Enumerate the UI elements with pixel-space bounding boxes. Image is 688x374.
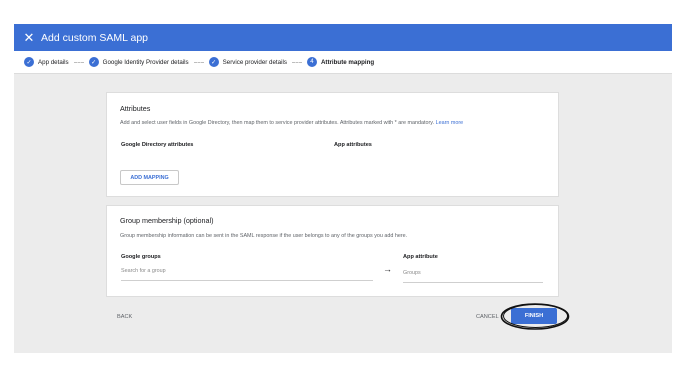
group-search-input[interactable]: Search for a group xyxy=(121,268,373,281)
dialog-header: ✕ Add custom SAML app xyxy=(14,24,672,51)
attributes-card: Attributes Add and select user fields in… xyxy=(106,92,559,197)
check-icon: ✓ xyxy=(88,57,99,67)
check-icon: ✓ xyxy=(208,57,219,67)
cancel-button[interactable]: CANCEL xyxy=(476,314,499,320)
finish-button[interactable]: FINISH xyxy=(511,308,557,324)
col-google-groups: Google groups xyxy=(121,254,161,260)
step-label: Google Identity Provider details xyxy=(102,58,189,66)
step-separator xyxy=(73,61,84,63)
step-sp-details[interactable]: ✓ Service provider details xyxy=(208,57,287,67)
step-label: App details xyxy=(38,58,69,66)
step-label: Attribute mapping xyxy=(320,58,375,66)
col-directory-attributes: Google Directory attributes xyxy=(121,142,194,148)
attributes-description: Add and select user fields in Google Dir… xyxy=(120,120,463,126)
step-attribute-mapping[interactable]: 4 Attribute mapping xyxy=(306,57,375,67)
close-icon[interactable]: ✕ xyxy=(21,31,37,44)
group-membership-title: Group membership (optional) xyxy=(120,216,214,225)
check-icon: ✓ xyxy=(24,57,34,67)
back-button[interactable]: BACK xyxy=(117,314,132,320)
arrow-right-icon: → xyxy=(383,264,392,274)
group-membership-card: Group membership (optional) Group member… xyxy=(106,205,559,297)
dialog-window: ✕ Add custom SAML app ✓ App details ✓ Go… xyxy=(14,24,672,353)
step-separator xyxy=(193,61,204,63)
attributes-title: Attributes xyxy=(120,104,151,113)
step-app-details[interactable]: ✓ App details xyxy=(24,57,69,67)
add-mapping-button[interactable]: ADD MAPPING xyxy=(120,170,179,185)
step-idp-details[interactable]: ✓ Google Identity Provider details xyxy=(88,57,189,67)
step-number-badge: 4 xyxy=(306,57,317,67)
step-separator xyxy=(291,61,302,63)
step-label: Service provider details xyxy=(222,58,287,66)
learn-more-link[interactable]: Learn more xyxy=(436,120,464,126)
app-attribute-input[interactable]: Groups xyxy=(403,270,543,283)
col-app-attributes: App attributes xyxy=(334,142,372,148)
col-app-attribute: App attribute xyxy=(403,254,438,260)
stepper: ✓ App details ✓ Google Identity Provider… xyxy=(14,51,672,74)
dialog-title: Add custom SAML app xyxy=(41,31,148,44)
group-membership-description: Group membership information can be sent… xyxy=(120,233,408,239)
attributes-description-text: Add and select user fields in Google Dir… xyxy=(120,120,435,126)
